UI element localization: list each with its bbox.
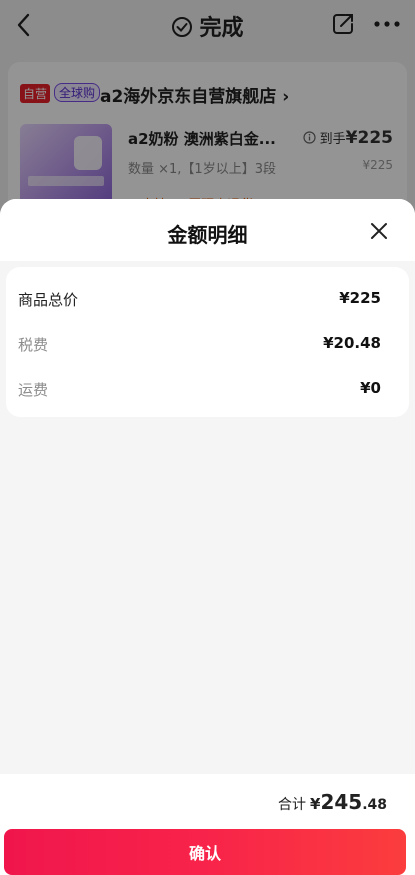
total-currency: ¥ — [310, 795, 321, 813]
sheet-header: 金额明细 — [0, 199, 415, 261]
row-label: 税费 — [18, 336, 49, 354]
amount-detail-card: 商品总价 ¥225 税费 ¥20.48 运费 ¥0 — [6, 267, 409, 417]
total-amount: 合计 ¥245.48 — [278, 790, 387, 814]
close-icon[interactable] — [369, 221, 389, 241]
amount-detail-sheet: 金额明细 商品总价 ¥225 税费 ¥20.48 运费 ¥0 合计 ¥245.48… — [0, 199, 415, 875]
row-label: 运费 — [18, 381, 49, 399]
total-label: 合计 — [278, 797, 306, 813]
detail-row-shipping: 运费 ¥0 — [18, 379, 381, 401]
sheet-footer: 合计 ¥245.48 确认 — [0, 774, 415, 875]
row-value: ¥225 — [339, 289, 381, 307]
row-value: ¥0 — [360, 379, 381, 397]
row-label: 商品总价 — [18, 291, 79, 309]
total-decimal: .48 — [362, 797, 387, 813]
sheet-title: 金额明细 — [167, 223, 248, 247]
total-integer: 245 — [320, 790, 363, 814]
detail-row-goods-total: 商品总价 ¥225 — [18, 289, 381, 311]
row-value: ¥20.48 — [323, 334, 381, 352]
confirm-button[interactable]: 确认 — [4, 829, 406, 875]
detail-row-tax: 税费 ¥20.48 — [18, 334, 381, 356]
